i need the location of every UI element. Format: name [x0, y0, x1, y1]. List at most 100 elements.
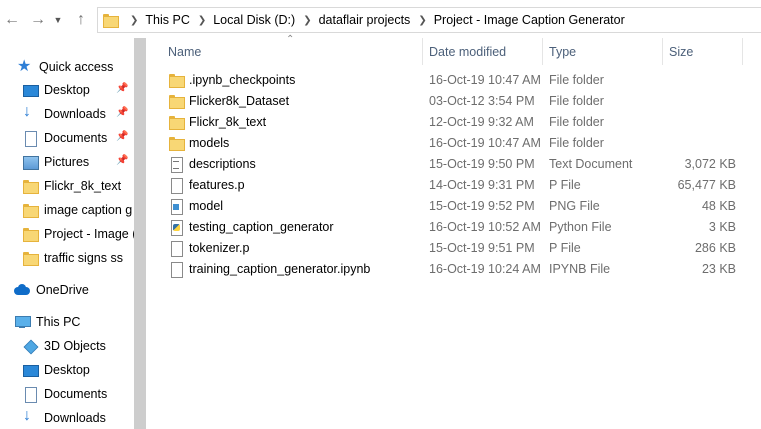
sidebar-item-pictures[interactable]: Pictures	[22, 151, 89, 173]
breadcrumb-label[interactable]: dataflair projects	[319, 13, 411, 27]
file-type: PNG File	[549, 198, 600, 213]
pin-icon[interactable]: 📌	[116, 107, 128, 118]
file-row[interactable]: models 16-Oct-19 10:47 AM File folder	[162, 132, 742, 153]
breadcrumb-label[interactable]: Local Disk (D:)	[213, 13, 295, 27]
file-name: Flicker8k_Dataset	[189, 93, 290, 108]
file-size: 286 KB	[694, 240, 736, 255]
address-bar[interactable]: ❯ This PC ❯ Local Disk (D:) ❯ dataflair …	[97, 7, 761, 33]
sidebar-item-pc-documents[interactable]: Documents	[22, 383, 107, 405]
pin-icon[interactable]: 📌	[116, 83, 128, 94]
file-name-cell[interactable]: models	[168, 132, 229, 153]
breadcrumb-label[interactable]: Project - Image Caption Generator	[434, 13, 625, 27]
file-row[interactable]: descriptions 15-Oct-19 9:50 PM Text Docume…	[162, 153, 742, 174]
star-icon	[17, 56, 33, 76]
column-header-size[interactable]: Size	[669, 38, 693, 65]
column-divider[interactable]	[742, 38, 743, 65]
column-header-type[interactable]: Type	[549, 38, 576, 65]
file-name-cell[interactable]: features.p	[168, 174, 245, 195]
folder-icon	[168, 93, 185, 109]
file-name: testing_caption_generator	[189, 219, 334, 234]
folder-icon	[168, 114, 185, 130]
sidebar-item-label: traffic signs ss	[44, 251, 123, 265]
file-type: File folder	[549, 135, 604, 150]
chevron-right-icon[interactable]: ❯	[410, 15, 433, 26]
pictures-icon	[22, 154, 39, 170]
file-date-modified: 16-Oct-19 10:47 AM	[429, 72, 541, 87]
sidebar-item-this-pc[interactable]: This PC	[14, 311, 80, 333]
chevron-right-icon[interactable]: ❯	[295, 15, 318, 26]
file-row[interactable]: Flicker8k_Dataset 03-Oct-12 3:54 PM File f…	[162, 90, 742, 111]
back-arrow-icon[interactable]: ←	[1, 9, 23, 31]
file-type: File folder	[549, 114, 604, 129]
file-name-cell[interactable]: descriptions	[168, 153, 256, 174]
column-divider[interactable]	[422, 38, 423, 65]
folder-icon	[22, 250, 39, 266]
column-header-label: Size	[669, 44, 694, 59]
sidebar-item-3d-objects[interactable]: 3D Objects	[22, 335, 106, 357]
chevron-right-icon[interactable]: ❯	[190, 15, 213, 26]
file-date-modified: 15-Oct-19 9:51 PM	[429, 240, 535, 255]
sidebar-item-flickr-8k-text[interactable]: Flickr_8k_text	[22, 175, 121, 197]
file-row[interactable]: testing_caption_generator 16-Oct-19 10:52…	[162, 216, 742, 237]
file-size: 23 KB	[701, 261, 736, 276]
folder-icon	[168, 135, 185, 151]
column-header-name[interactable]: Name	[168, 38, 201, 65]
sidebar-item-downloads[interactable]: Downloads	[22, 103, 106, 125]
pin-icon[interactable]: 📌	[116, 131, 128, 142]
file-row[interactable]: training_caption_generator.ipynb 16-Oct-1…	[162, 258, 742, 279]
file-size: 3 KB	[708, 219, 736, 234]
file-name-cell[interactable]: training_caption_generator.ipynb	[168, 258, 370, 279]
sidebar-item-traffic-signs[interactable]: traffic signs ss	[22, 247, 123, 269]
file-row[interactable]: features.p 14-Oct-19 9:31 PM P File 65,477 …	[162, 174, 742, 195]
sidebar-item-image-caption[interactable]: image caption g	[22, 199, 132, 221]
forward-arrow-icon[interactable]: →	[27, 9, 49, 31]
up-arrow-icon[interactable]: ↑	[70, 9, 92, 31]
file-icon	[168, 261, 184, 278]
desktop-icon	[22, 362, 39, 378]
file-size	[636, 90, 736, 111]
file-row[interactable]: Flickr_8k_text 12-Oct-19 9:32 AM File fold…	[162, 111, 742, 132]
file-size: 3,072 KB	[684, 156, 736, 171]
file-date-modified: 15-Oct-19 9:52 PM	[429, 198, 535, 213]
text-document-icon	[168, 156, 184, 173]
sidebar-item-label: Quick access	[39, 60, 114, 74]
file-name-cell[interactable]: model	[168, 195, 223, 216]
sidebar-scrollbar-thumb[interactable]	[134, 38, 146, 429]
breadcrumb-local-disk[interactable]: ❯ Local Disk (D:)	[190, 8, 295, 32]
file-row[interactable]: .ipynb_checkpoints 16-Oct-19 10:47 AM File…	[162, 69, 742, 90]
file-row[interactable]: model 15-Oct-19 9:52 PM PNG File 48 KB	[162, 195, 742, 216]
file-name-cell[interactable]: Flickr_8k_text	[168, 111, 266, 132]
file-name: .ipynb_checkpoints	[189, 72, 296, 87]
column-divider[interactable]	[662, 38, 663, 65]
column-divider[interactable]	[542, 38, 543, 65]
file-size: 48 KB	[701, 198, 736, 213]
pin-icon[interactable]: 📌	[116, 155, 128, 166]
sidebar-item-pc-downloads[interactable]: Downloads	[22, 407, 106, 429]
sidebar-item-onedrive[interactable]: OneDrive	[14, 279, 89, 301]
file-row[interactable]: tokenizer.p 15-Oct-19 9:51 PM P File 286 KB	[162, 237, 742, 258]
breadcrumb-project[interactable]: ❯ Project - Image Caption Generator	[410, 8, 624, 32]
sidebar-item-label: Desktop	[44, 83, 90, 97]
file-name-cell[interactable]: Flicker8k_Dataset	[168, 90, 289, 111]
breadcrumb-label[interactable]: This PC	[145, 13, 189, 27]
sidebar-item-project-image[interactable]: Project - Image (	[22, 223, 134, 245]
sidebar-item-quick-access[interactable]: Quick access	[17, 56, 113, 78]
downloads-icon	[22, 103, 38, 122]
breadcrumb-dataflair-projects[interactable]: ❯ dataflair projects	[295, 8, 410, 32]
breadcrumb-this-pc[interactable]: ❯ This PC	[126, 8, 190, 32]
file-name-cell[interactable]: tokenizer.p	[168, 237, 249, 258]
file-date-modified: 15-Oct-19 9:50 PM	[429, 156, 535, 171]
sidebar-item-desktop[interactable]: Desktop	[22, 79, 90, 101]
file-size	[636, 132, 736, 153]
sidebar-item-documents[interactable]: Documents	[22, 127, 107, 149]
file-type: P File	[549, 240, 581, 255]
column-header-label: Name	[168, 44, 202, 59]
chevron-right-icon[interactable]: ❯	[126, 15, 145, 26]
file-size	[636, 69, 736, 90]
recent-locations-chevron-icon[interactable]: ▼	[51, 9, 65, 31]
column-header-date-modified[interactable]: Date modified	[429, 38, 506, 65]
sidebar-item-pc-desktop[interactable]: Desktop	[22, 359, 90, 381]
downloads-icon	[22, 407, 38, 426]
file-name-cell[interactable]: testing_caption_generator	[168, 216, 334, 237]
file-name-cell[interactable]: .ipynb_checkpoints	[168, 69, 295, 90]
